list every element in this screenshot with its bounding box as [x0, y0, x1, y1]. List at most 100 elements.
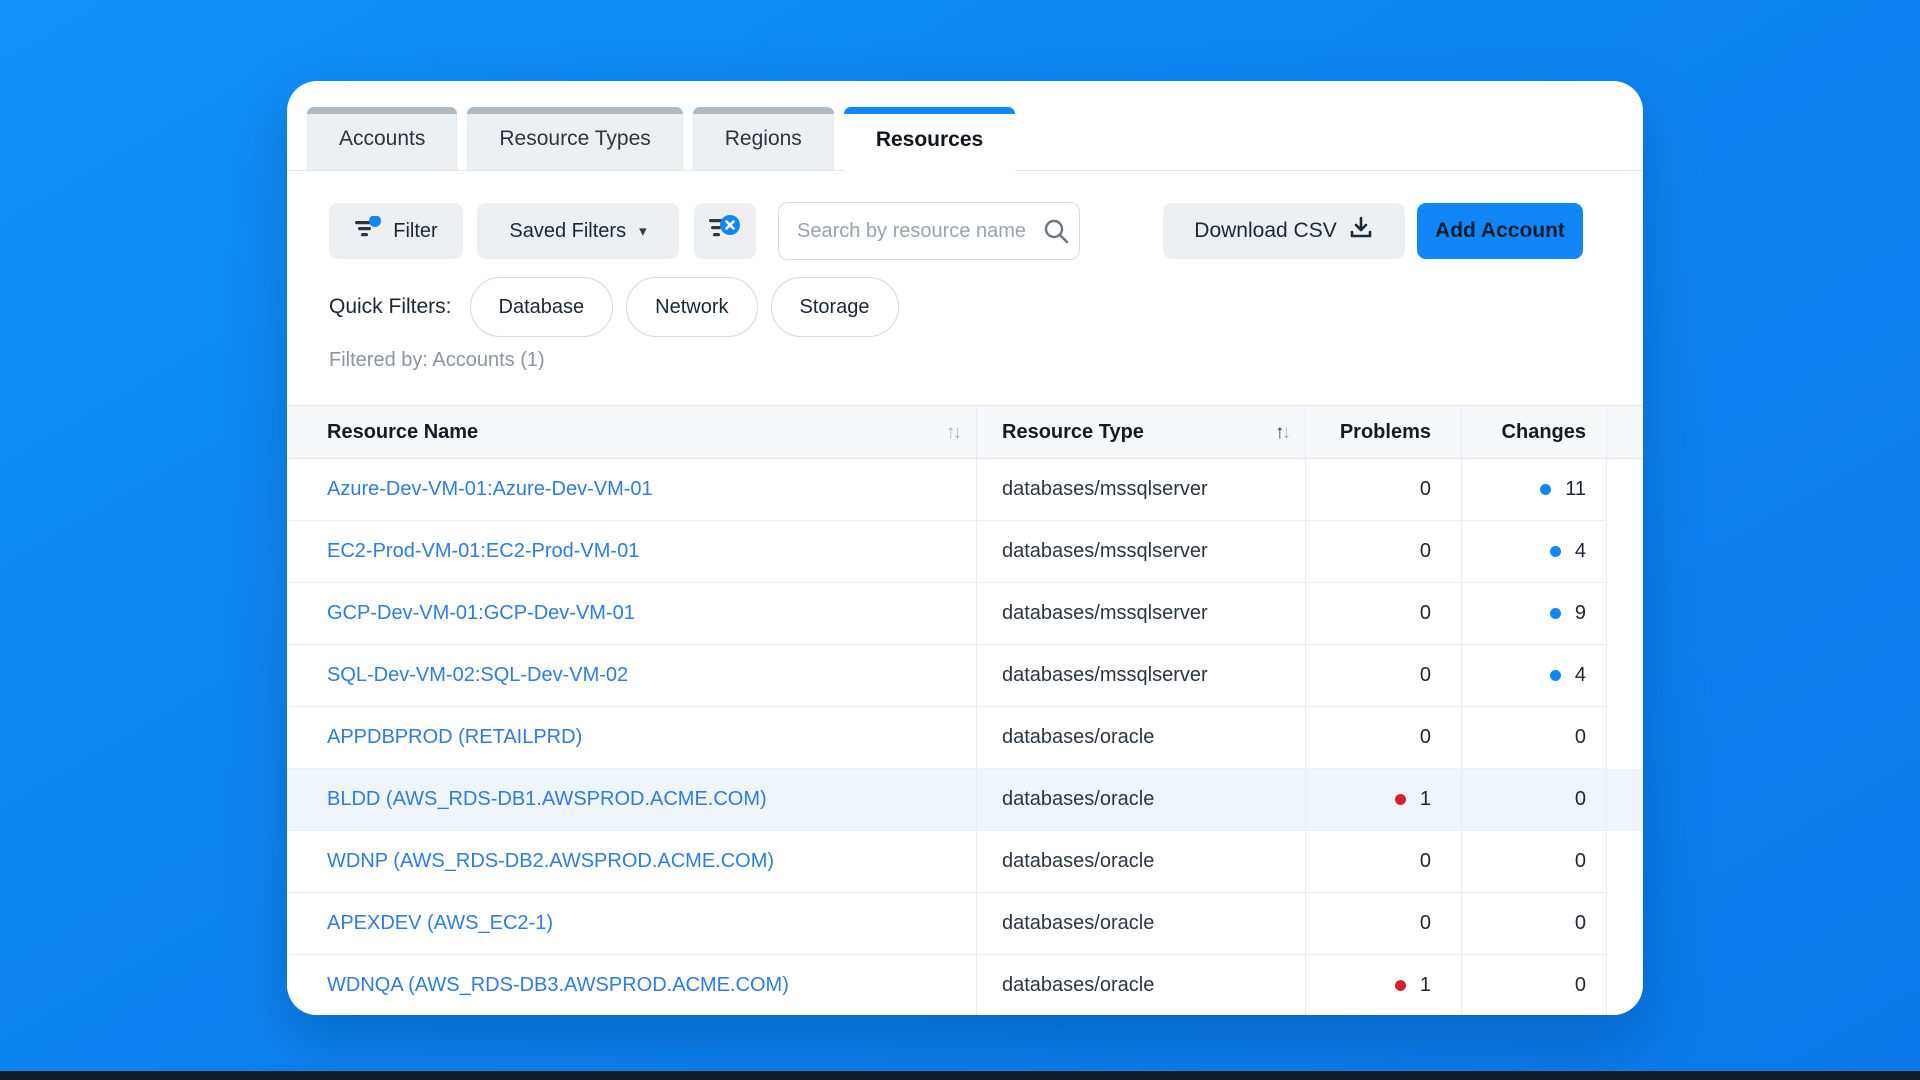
row-gutter [1607, 769, 1643, 831]
changes-value: 0 [1575, 912, 1586, 935]
resource-type-text: databases/oracle [1002, 788, 1154, 811]
quick-filter-storage[interactable]: Storage [771, 277, 899, 337]
chevron-down-icon: ▾ [639, 222, 647, 240]
resource-type-cell: databases/oracle [977, 955, 1306, 1015]
problems-value: 0 [1420, 850, 1431, 873]
resource-type-text: databases/mssqlserver [1002, 664, 1208, 687]
row-gutter [1607, 893, 1643, 955]
table-row: GCP-Dev-VM-01:GCP-Dev-VM-01 databases/ms… [287, 583, 1643, 645]
tab-regions[interactable]: Regions [693, 107, 834, 170]
resource-type-cell: databases/mssqlserver [977, 583, 1306, 645]
tab-accounts[interactable]: Accounts [307, 107, 457, 170]
table-header-row: Resource Name ↑↓ Resource Type ↑↓ Proble… [287, 405, 1643, 459]
column-header-changes[interactable]: Changes [1462, 406, 1607, 458]
resource-name-cell: Azure-Dev-VM-01:Azure-Dev-VM-01 [287, 459, 977, 521]
toolbar-actions: Download CSV Add Account [1163, 202, 1583, 260]
tab-resource-types[interactable]: Resource Types [467, 107, 682, 170]
table-row: APPDBPROD (RETAILPRD) databases/oracle 0… [287, 707, 1643, 769]
download-csv-button[interactable]: Download CSV [1163, 203, 1405, 259]
changes-cell: 0 [1462, 769, 1607, 831]
table-row: WDNP (AWS_RDS-DB2.AWSPROD.ACME.COM) data… [287, 831, 1643, 893]
column-header-resource-name[interactable]: Resource Name ↑↓ [287, 406, 977, 458]
resource-name-link[interactable]: Azure-Dev-VM-01:Azure-Dev-VM-01 [327, 478, 653, 501]
quick-filter-network[interactable]: Network [626, 277, 757, 337]
table-row: SQL-Dev-VM-02:SQL-Dev-VM-02 databases/ms… [287, 645, 1643, 707]
change-dot-icon [1550, 546, 1561, 557]
column-label: Resource Type [1002, 421, 1144, 444]
pill-label: Storage [800, 296, 870, 319]
pill-label: Database [499, 296, 585, 319]
pill-label: Network [655, 296, 728, 319]
resource-type-cell: databases/mssqlserver [977, 645, 1306, 707]
table-row: BLDD (AWS_RDS-DB1.AWSPROD.ACME.COM) data… [287, 769, 1643, 831]
resource-type-text: databases/oracle [1002, 974, 1154, 997]
resource-type-cell: databases/oracle [977, 707, 1306, 769]
tab-label: Resources [876, 128, 983, 152]
changes-cell: 4 [1462, 645, 1607, 707]
clear-filter-icon [708, 213, 742, 249]
tab-bar: Accounts Resource Types Regions Resource… [287, 107, 1643, 171]
filter-button[interactable]: Filter [329, 203, 463, 259]
changes-value: 11 [1565, 478, 1586, 501]
row-gutter [1607, 645, 1643, 707]
column-header-resource-type[interactable]: Resource Type ↑↓ [977, 406, 1306, 458]
column-label: Resource Name [327, 421, 478, 444]
resource-name-cell: GCP-Dev-VM-01:GCP-Dev-VM-01 [287, 583, 977, 645]
column-header-problems[interactable]: Problems [1306, 406, 1462, 458]
resource-name-cell: WDNP (AWS_RDS-DB2.AWSPROD.ACME.COM) [287, 831, 977, 893]
row-gutter [1607, 831, 1643, 893]
changes-cell: 0 [1462, 831, 1607, 893]
resource-name-link[interactable]: APPDBPROD (RETAILPRD) [327, 726, 582, 749]
problems-value: 0 [1420, 664, 1431, 687]
resource-name-link[interactable]: BLDD (AWS_RDS-DB1.AWSPROD.ACME.COM) [327, 788, 767, 811]
resource-type-cell: databases/oracle [977, 831, 1306, 893]
resource-name-cell: SQL-Dev-VM-02:SQL-Dev-VM-02 [287, 645, 977, 707]
table-row: APEXDEV (AWS_EC2-1) databases/oracle 0 0 [287, 893, 1643, 955]
tab-label: Accounts [339, 127, 425, 151]
resources-table: Resource Name ↑↓ Resource Type ↑↓ Proble… [287, 405, 1643, 1015]
problems-value: 0 [1420, 478, 1431, 501]
resource-name-link[interactable]: WDNP (AWS_RDS-DB2.AWSPROD.ACME.COM) [327, 850, 774, 873]
sort-icon-ascending[interactable]: ↑↓ [1275, 423, 1291, 442]
filter-icon [354, 216, 382, 246]
changes-value: 4 [1575, 664, 1586, 687]
change-dot-icon [1550, 670, 1561, 681]
search-field-wrap [778, 202, 1080, 260]
resource-type-text: databases/oracle [1002, 726, 1154, 749]
resource-type-cell: databases/oracle [977, 893, 1306, 955]
problems-value: 0 [1420, 540, 1431, 563]
resource-name-link[interactable]: EC2-Prod-VM-01:EC2-Prod-VM-01 [327, 540, 639, 563]
search-input[interactable] [778, 202, 1080, 260]
changes-cell: 9 [1462, 583, 1607, 645]
resource-name-link[interactable]: GCP-Dev-VM-01:GCP-Dev-VM-01 [327, 602, 635, 625]
changes-cell: 0 [1462, 707, 1607, 769]
resource-name-link[interactable]: SQL-Dev-VM-02:SQL-Dev-VM-02 [327, 664, 628, 687]
problems-cell: 0 [1306, 521, 1462, 583]
saved-filters-label: Saved Filters [509, 220, 626, 243]
quick-filter-database[interactable]: Database [470, 277, 614, 337]
resource-name-link[interactable]: WDNQA (AWS_RDS-DB3.AWSPROD.ACME.COM) [327, 974, 789, 997]
tab-resources[interactable]: Resources [844, 107, 1015, 171]
problems-value: 0 [1420, 912, 1431, 935]
resource-type-cell: databases/mssqlserver [977, 521, 1306, 583]
saved-filters-button[interactable]: Saved Filters ▾ [477, 203, 679, 259]
resource-name-link[interactable]: APEXDEV (AWS_EC2-1) [327, 912, 553, 935]
row-gutter [1607, 955, 1643, 1015]
problems-value: 1 [1420, 974, 1431, 997]
toolbar: Filter Saved Filters ▾ [329, 202, 1080, 260]
clear-filters-button[interactable] [694, 203, 756, 259]
table-row: WDNQA (AWS_RDS-DB3.AWSPROD.ACME.COM) dat… [287, 955, 1643, 1015]
problems-cell: 0 [1306, 831, 1462, 893]
problems-value: 0 [1420, 726, 1431, 749]
resource-type-text: databases/mssqlserver [1002, 602, 1208, 625]
add-account-label: Add Account [1435, 219, 1565, 242]
table-row: EC2-Prod-VM-01:EC2-Prod-VM-01 databases/… [287, 521, 1643, 583]
search-icon [1042, 217, 1070, 250]
tab-label: Regions [725, 127, 802, 151]
filtered-by-text: Filtered by: Accounts (1) [329, 349, 545, 372]
resources-panel: Accounts Resource Types Regions Resource… [287, 81, 1643, 1015]
add-account-button[interactable]: Add Account [1417, 203, 1583, 259]
sort-icon[interactable]: ↑↓ [946, 423, 962, 442]
download-csv-label: Download CSV [1194, 219, 1336, 243]
changes-cell: 0 [1462, 893, 1607, 955]
